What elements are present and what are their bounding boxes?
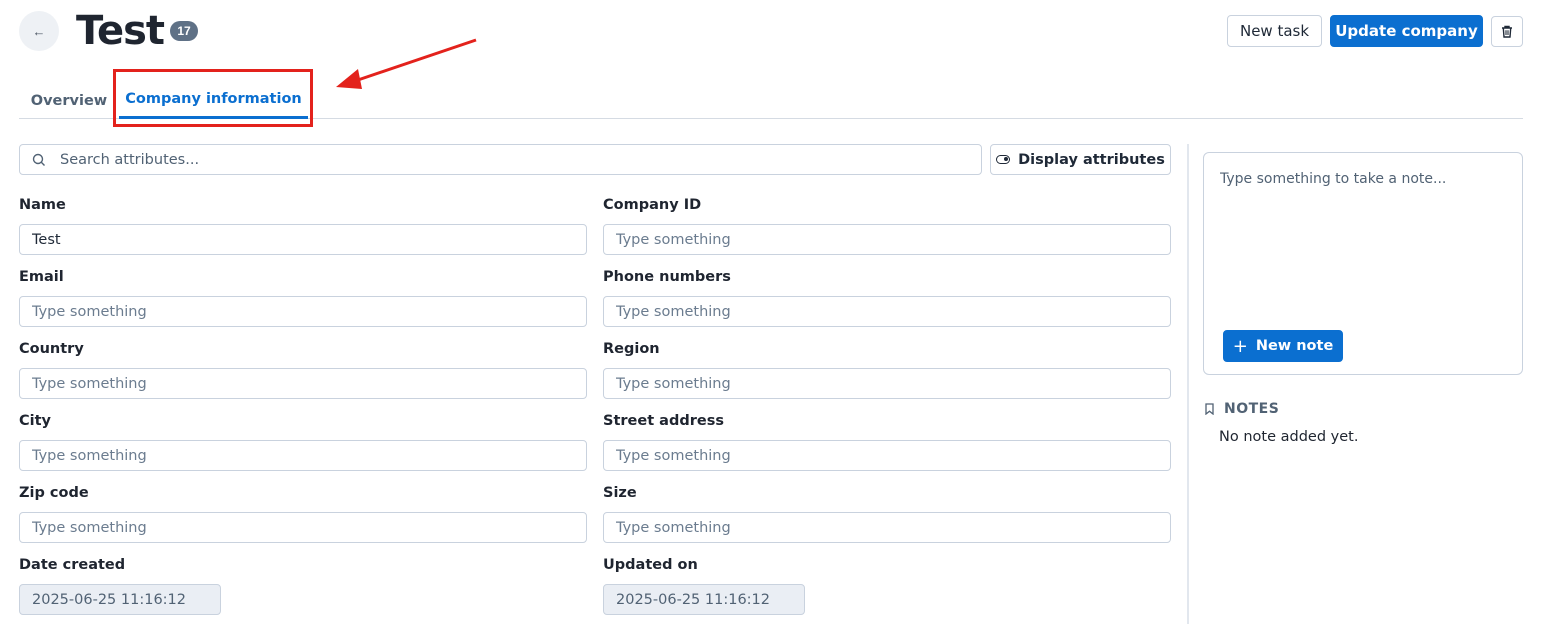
trash-icon bbox=[1502, 25, 1512, 38]
new-note-label: New note bbox=[1255, 338, 1334, 354]
new-note-button[interactable]: + New note bbox=[1223, 330, 1343, 362]
zip-code-label: Zip code bbox=[19, 485, 89, 501]
bookmark-icon bbox=[1205, 403, 1214, 415]
email-label: Email bbox=[19, 269, 64, 285]
name-field[interactable] bbox=[19, 224, 587, 255]
toggle-icon bbox=[996, 155, 1011, 164]
search-input[interactable] bbox=[60, 151, 960, 168]
count-badge: 17 bbox=[170, 21, 198, 41]
zip-code-field[interactable] bbox=[19, 512, 587, 543]
vertical-divider bbox=[1187, 144, 1189, 624]
size-field[interactable] bbox=[603, 512, 1171, 543]
delete-button[interactable] bbox=[1491, 16, 1523, 47]
city-field[interactable] bbox=[19, 440, 587, 471]
updated-on-field bbox=[603, 584, 805, 615]
country-field[interactable] bbox=[19, 368, 587, 399]
arrow-left-icon: ← bbox=[32, 23, 46, 39]
search-box[interactable] bbox=[19, 144, 982, 175]
display-attributes-button[interactable]: Display attributes bbox=[990, 144, 1171, 175]
notes-empty-text: No note added yet. bbox=[1219, 429, 1359, 445]
phone-numbers-label: Phone numbers bbox=[603, 269, 731, 285]
email-field[interactable] bbox=[19, 296, 587, 327]
page-title: Test bbox=[76, 8, 165, 54]
update-company-button[interactable]: Update company bbox=[1330, 15, 1483, 47]
back-button[interactable]: ← bbox=[19, 11, 59, 51]
name-label: Name bbox=[19, 197, 66, 213]
note-editor-panel: + New note bbox=[1203, 152, 1523, 375]
phone-numbers-field[interactable] bbox=[603, 296, 1171, 327]
updated-on-label: Updated on bbox=[603, 557, 698, 573]
company-id-field[interactable] bbox=[603, 224, 1171, 255]
notes-heading-label: NOTES bbox=[1224, 401, 1280, 417]
plus-icon: + bbox=[1232, 335, 1248, 357]
display-attributes-label: Display attributes bbox=[1018, 151, 1165, 168]
tab-overview[interactable]: Overview bbox=[19, 82, 119, 119]
city-label: City bbox=[19, 413, 51, 429]
note-input[interactable] bbox=[1220, 171, 1505, 311]
region-label: Region bbox=[603, 341, 660, 357]
street-address-field[interactable] bbox=[603, 440, 1171, 471]
new-task-button[interactable]: New task bbox=[1227, 15, 1322, 47]
search-icon bbox=[32, 153, 45, 166]
annotation-highlight-box bbox=[113, 69, 313, 127]
country-label: Country bbox=[19, 341, 84, 357]
date-created-label: Date created bbox=[19, 557, 126, 573]
size-label: Size bbox=[603, 485, 637, 501]
street-address-label: Street address bbox=[603, 413, 724, 429]
notes-heading: NOTES bbox=[1205, 401, 1279, 417]
date-created-field bbox=[19, 584, 221, 615]
annotation-arrow-icon bbox=[336, 38, 477, 89]
company-id-label: Company ID bbox=[603, 197, 702, 213]
region-field[interactable] bbox=[603, 368, 1171, 399]
